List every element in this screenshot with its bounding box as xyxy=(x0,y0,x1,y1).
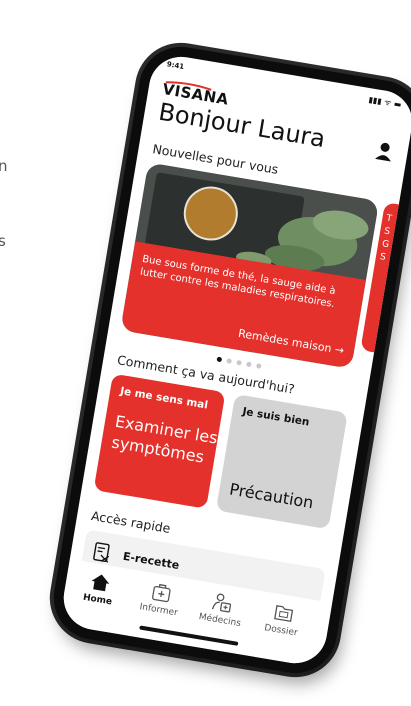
feel-bad-tile[interactable]: Je me sens mal Examiner les symptômes xyxy=(93,373,226,509)
phone-body: 9:41 ▮▮▮ ᯤ ▬ VISANA Bonjour Laura Nouvel… xyxy=(47,40,411,680)
prescription-icon xyxy=(93,542,110,563)
tab-medecins[interactable]: Médecins xyxy=(191,588,252,630)
news-card[interactable]: Bue sous forme de thé, la sauge aide à l… xyxy=(120,162,380,369)
greeting-title: Bonjour Laura xyxy=(156,97,328,154)
doctor-icon xyxy=(211,593,232,613)
next-card-letter-4: S xyxy=(379,252,387,263)
feel-good-tile[interactable]: Je suis bien Précaution xyxy=(215,394,348,530)
status-icons: ▮▮▮ ᯤ ▬ xyxy=(367,95,403,110)
status-time: 9:41 xyxy=(166,60,185,72)
carousel-dot[interactable] xyxy=(246,361,252,368)
tab-home[interactable]: Home xyxy=(69,568,130,610)
check-symptoms-label: Examiner les symptômes xyxy=(110,411,220,467)
carousel-dots[interactable] xyxy=(216,356,262,369)
margin-text-2: s xyxy=(0,232,6,250)
carousel-dot[interactable] xyxy=(216,356,223,363)
dossier-icon xyxy=(274,605,294,623)
info-icon xyxy=(152,583,171,603)
home-icon xyxy=(91,574,110,592)
prevention-label: Précaution xyxy=(228,479,315,513)
home-remedies-link[interactable]: Remèdes maison → xyxy=(237,327,345,357)
tab-informer[interactable]: Informer xyxy=(130,578,191,620)
tab-dossier-label: Dossier xyxy=(263,623,299,639)
app-screen: 9:41 ▮▮▮ ᯤ ▬ VISANA Bonjour Laura Nouvel… xyxy=(58,52,411,668)
feel-bad-label: Je me sens mal xyxy=(119,385,209,412)
tab-medecins-label: Médecins xyxy=(198,612,242,629)
carousel-dot[interactable] xyxy=(255,363,262,369)
phone-frame: 9:41 ▮▮▮ ᯤ ▬ VISANA Bonjour Laura Nouvel… xyxy=(42,35,411,685)
carousel-dot[interactable] xyxy=(236,359,242,366)
margin-text-1: n xyxy=(0,157,8,175)
tab-home-label: Home xyxy=(82,592,113,608)
feel-good-label: Je suis bien xyxy=(241,405,311,429)
home-indicator xyxy=(139,625,239,646)
tab-dossier[interactable]: Dossier xyxy=(252,599,313,641)
profile-icon[interactable] xyxy=(374,140,395,163)
tab-informer-label: Informer xyxy=(138,602,179,619)
carousel-dot[interactable] xyxy=(226,358,233,364)
